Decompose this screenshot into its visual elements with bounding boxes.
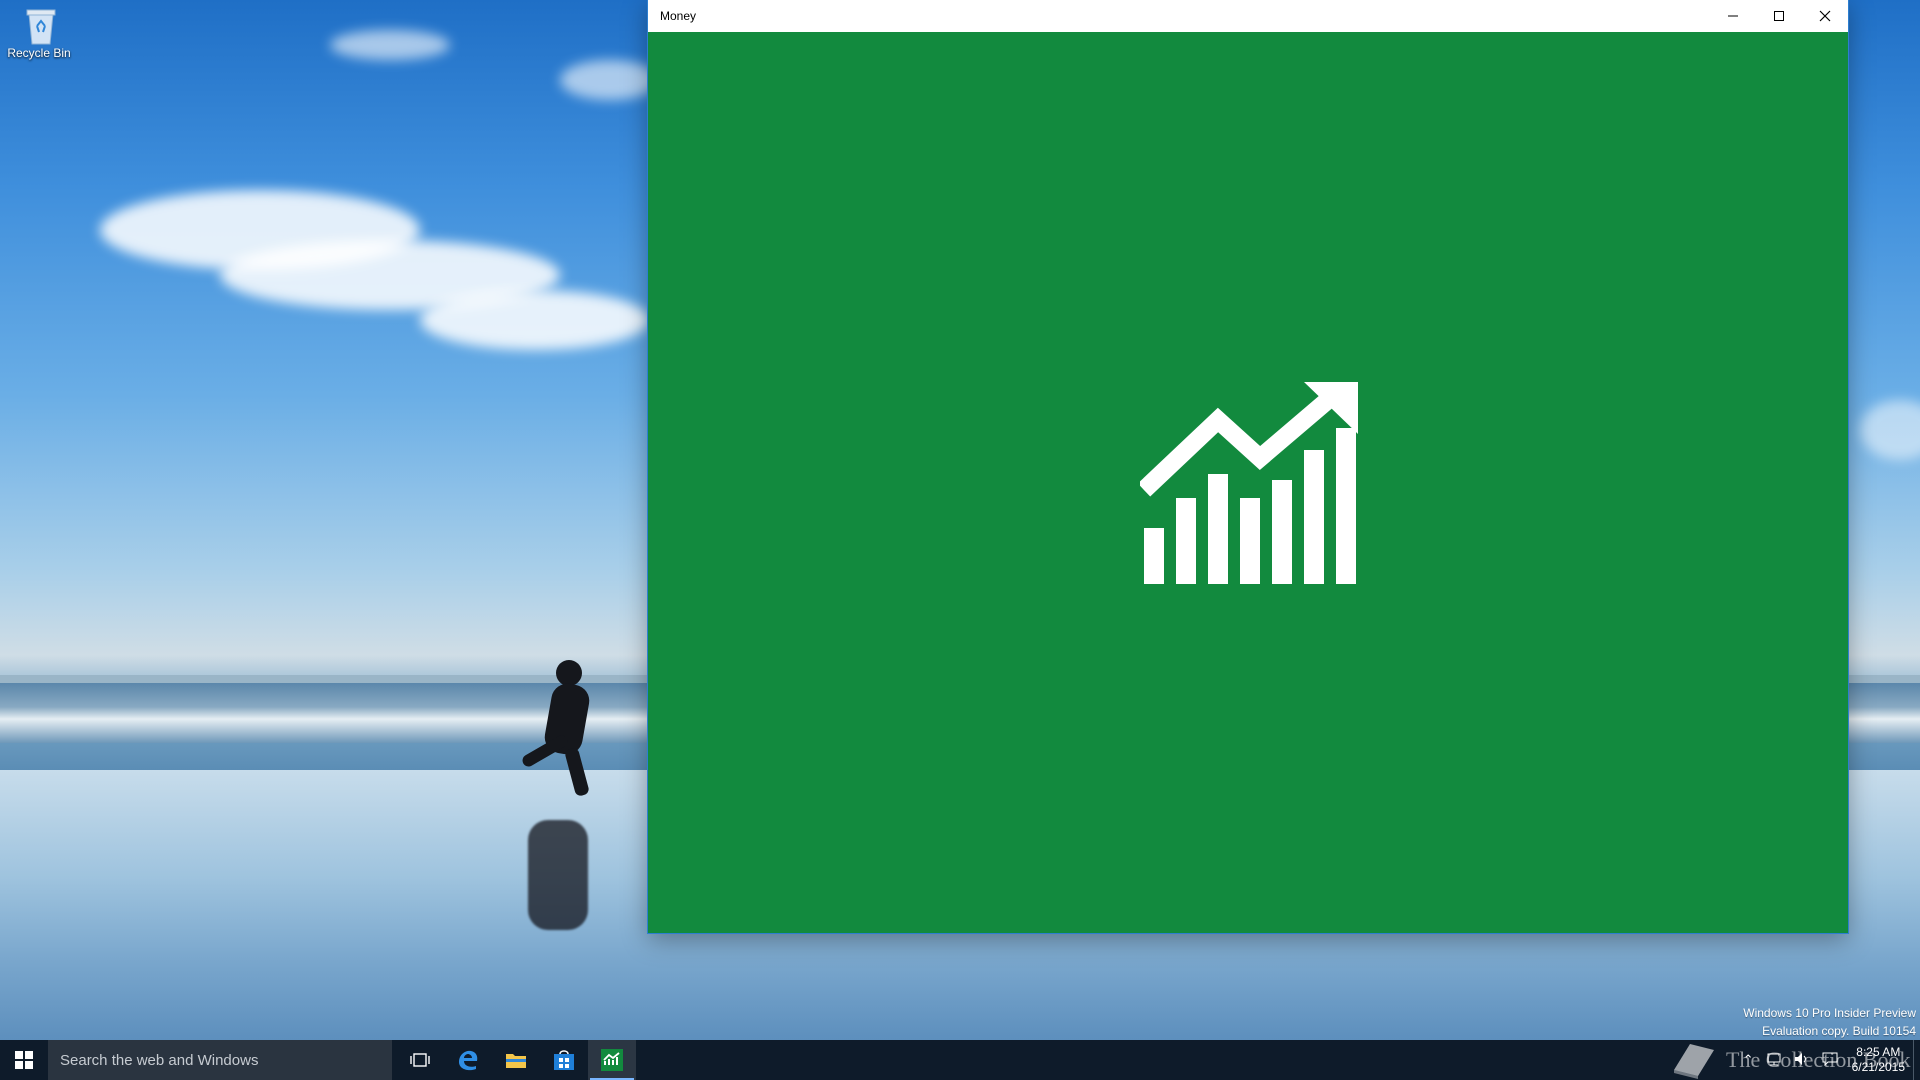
task-view-icon — [410, 1053, 430, 1067]
watermark-build: Evaluation copy. Build 10154 — [1762, 1024, 1916, 1038]
file-explorer-taskbar-button[interactable] — [492, 1040, 540, 1080]
recycle-bin-icon — [23, 6, 56, 45]
book-logo-icon — [1674, 1044, 1714, 1079]
money-icon — [601, 1049, 623, 1071]
evaluation-watermark: Windows 10 Pro Insider Preview Evaluatio… — [1743, 1004, 1916, 1040]
runner-reflection — [528, 820, 588, 930]
watermark-edition: Windows 10 Pro Insider Preview — [1743, 1006, 1916, 1020]
store-taskbar-button[interactable] — [540, 1040, 588, 1080]
show-desktop-button[interactable] — [1913, 1040, 1920, 1080]
recycle-bin-label: Recycle Bin — [7, 46, 71, 60]
start-button[interactable] — [0, 1040, 48, 1080]
task-view-button[interactable] — [396, 1040, 444, 1080]
runner-silhouette — [556, 660, 582, 686]
brand-watermark: The Collection Book — [1668, 1040, 1911, 1080]
taskbar: Search the web and Windows ⌃ 8:25 AM 6/2… — [0, 1040, 1920, 1080]
cloud — [420, 290, 650, 350]
search-placeholder: Search the web and Windows — [60, 1051, 259, 1069]
search-box[interactable]: Search the web and Windows — [48, 1040, 392, 1080]
file-explorer-icon — [506, 1054, 526, 1068]
splash-screen — [648, 32, 1848, 933]
recycle-bin-shortcut[interactable]: Recycle Bin — [4, 6, 74, 60]
minimize-button[interactable] — [1710, 0, 1756, 32]
windows-logo-icon — [15, 1051, 33, 1069]
money-taskbar-button[interactable] — [588, 1040, 636, 1080]
minimize-icon — [1728, 15, 1738, 17]
title-bar[interactable]: Money — [648, 0, 1848, 33]
edge-icon — [459, 1050, 478, 1071]
close-icon — [1819, 10, 1831, 22]
chart-trend-icon — [1140, 382, 1358, 584]
window-title: Money — [660, 9, 697, 23]
store-icon — [554, 1050, 574, 1070]
cloud — [1860, 400, 1920, 460]
maximize-button[interactable] — [1756, 0, 1802, 32]
window-controls — [1710, 0, 1848, 32]
close-button[interactable] — [1802, 0, 1848, 32]
money-app-window[interactable]: Money — [648, 0, 1848, 933]
maximize-icon — [1774, 11, 1784, 21]
cloud — [330, 30, 450, 60]
cloud — [560, 60, 660, 100]
brand-text: The Collection Book — [1726, 1047, 1911, 1072]
edge-taskbar-button[interactable] — [444, 1040, 492, 1080]
